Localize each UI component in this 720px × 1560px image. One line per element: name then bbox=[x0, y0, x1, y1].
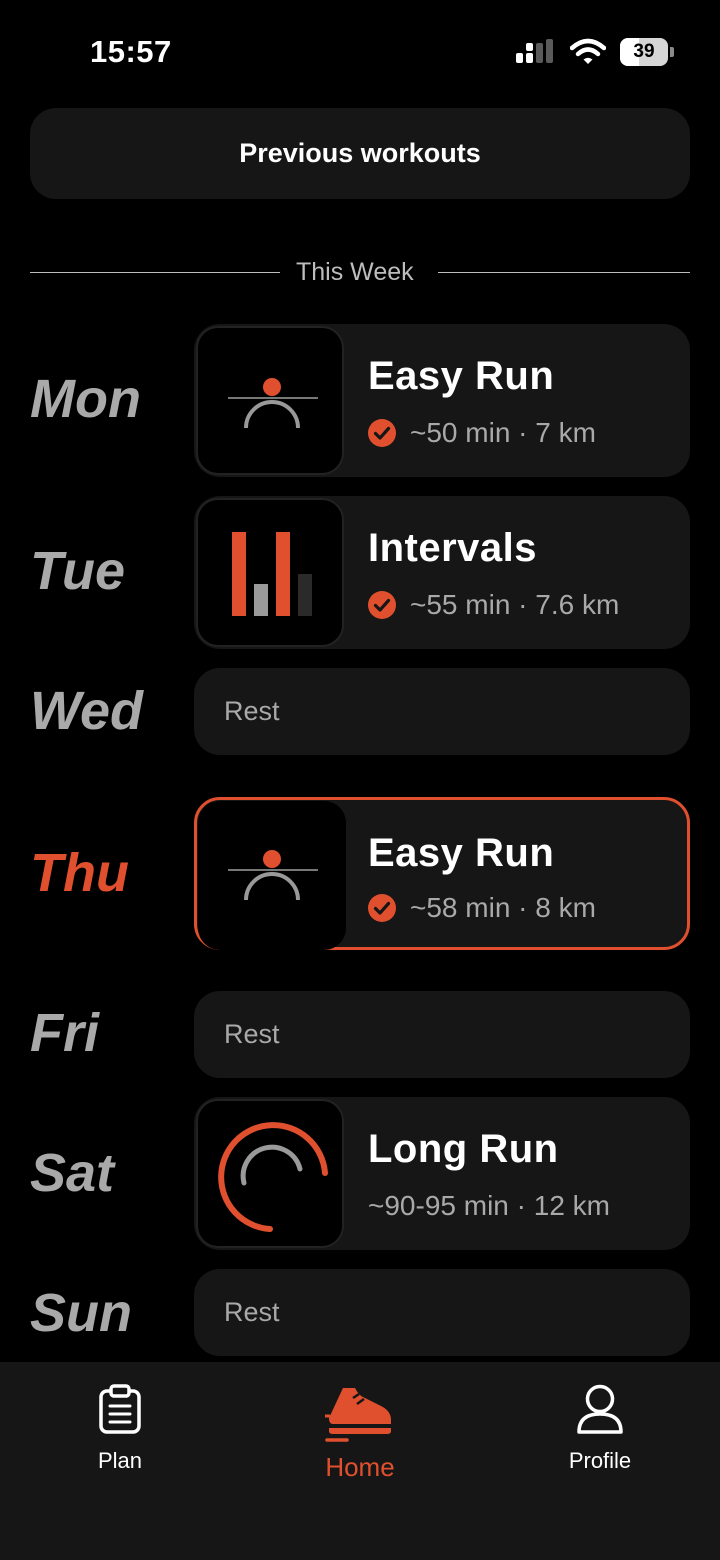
workout-meta-text: ~58 min · 8 km bbox=[410, 892, 596, 923]
day-label-wed: Wed bbox=[30, 681, 144, 741]
tab-home[interactable]: Home bbox=[260, 1362, 460, 1502]
workout-card-thu[interactable]: Easy Run ~58 min · 8 km bbox=[194, 797, 690, 950]
running-shoe-icon bbox=[325, 1388, 391, 1442]
workout-title: Intervals bbox=[368, 526, 538, 570]
workout-title: Long Run bbox=[368, 1127, 559, 1171]
tab-label: Home bbox=[325, 1452, 395, 1482]
workout-card-sat[interactable]: Long Run ~90-95 min · 12 km bbox=[194, 1097, 690, 1250]
day-label-fri: Fri bbox=[30, 1003, 100, 1063]
rest-card-fri[interactable]: Rest bbox=[194, 991, 690, 1078]
rest-card-sun[interactable]: Rest bbox=[194, 1269, 690, 1356]
workout-meta-text: ~50 min · 7 km bbox=[410, 417, 596, 448]
wifi-icon bbox=[570, 38, 606, 64]
tab-plan[interactable]: Plan bbox=[20, 1362, 220, 1502]
signal-icon bbox=[516, 39, 553, 63]
long-run-icon bbox=[196, 1099, 344, 1248]
day-label-sat: Sat bbox=[30, 1143, 115, 1203]
workout-meta-text: ~90-95 min · 12 km bbox=[368, 1190, 610, 1221]
day-label-sun: Sun bbox=[30, 1283, 132, 1343]
clipboard-icon bbox=[99, 1384, 141, 1434]
workout-meta-text: ~55 min · 7.6 km bbox=[410, 589, 620, 620]
this-week-label: This Week bbox=[296, 258, 414, 286]
workout-meta: ~90-95 min · 12 km bbox=[368, 1190, 610, 1222]
status-icons: 39 bbox=[516, 38, 674, 66]
status-bar: 15:57 39 bbox=[0, 0, 720, 100]
workout-card-mon[interactable]: Easy Run ~50 min · 7 km bbox=[194, 324, 690, 477]
previous-workouts-button[interactable]: Previous workouts bbox=[30, 108, 690, 199]
tab-label: Plan bbox=[97, 1448, 143, 1473]
rest-label: Rest bbox=[224, 1297, 280, 1327]
rest-label: Rest bbox=[224, 1019, 280, 1049]
easy-run-icon bbox=[198, 801, 346, 950]
status-time: 15:57 bbox=[90, 34, 172, 69]
bottom-tab-bar: Plan Home Profile bbox=[0, 1362, 720, 1560]
completed-check-icon bbox=[368, 419, 396, 447]
workout-title: Easy Run bbox=[368, 831, 555, 875]
day-label-mon: Mon bbox=[30, 369, 141, 429]
workout-meta: ~58 min · 8 km bbox=[368, 892, 596, 924]
completed-check-icon bbox=[368, 591, 396, 619]
completed-check-icon bbox=[368, 894, 396, 922]
day-label-thu: Thu bbox=[30, 843, 129, 903]
battery-percent: 39 bbox=[633, 41, 655, 62]
workout-meta: ~50 min · 7 km bbox=[368, 417, 596, 449]
easy-run-icon bbox=[196, 326, 344, 475]
user-icon bbox=[577, 1384, 623, 1434]
rest-label: Rest bbox=[224, 696, 280, 726]
workout-meta: ~55 min · 7.6 km bbox=[368, 589, 619, 621]
tab-profile[interactable]: Profile bbox=[500, 1362, 700, 1502]
day-label-tue: Tue bbox=[30, 541, 126, 601]
workout-title: Easy Run bbox=[368, 354, 555, 398]
this-week-divider: This Week bbox=[30, 256, 690, 290]
intervals-icon bbox=[196, 498, 344, 647]
tab-label: Profile bbox=[568, 1448, 632, 1473]
battery-icon: 39 bbox=[620, 38, 674, 66]
workout-card-tue[interactable]: Intervals ~55 min · 7.6 km bbox=[194, 496, 690, 649]
rest-card-wed[interactable]: Rest bbox=[194, 668, 690, 755]
